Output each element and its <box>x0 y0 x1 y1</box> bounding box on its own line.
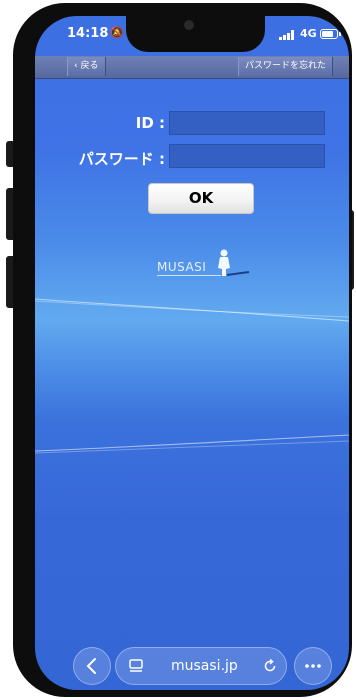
address-bar[interactable]: musasi.jp <box>115 647 287 685</box>
wave-top <box>35 298 349 322</box>
reload-icon[interactable] <box>262 658 278 674</box>
notch <box>126 16 265 52</box>
url-text: musasi.jp <box>171 658 238 674</box>
chevron-left-icon <box>86 658 96 674</box>
signal-icon <box>279 30 297 40</box>
more-button[interactable] <box>294 647 332 685</box>
back-button[interactable]: ‹ 戻る <box>67 57 106 76</box>
screen: 14:18 🔕 4G ‹ 戻る パスワードを忘れた ID : パスワード : O… <box>35 16 349 690</box>
browser-back-button[interactable] <box>73 647 111 685</box>
camera-icon <box>184 20 194 30</box>
browser-toolbar: musasi.jp <box>35 638 349 686</box>
status-time: 14:18 <box>67 26 109 41</box>
tabs-icon <box>129 659 143 672</box>
password-input[interactable] <box>169 144 325 168</box>
ellipsis-icon <box>305 664 321 668</box>
navigation-bar: ‹ 戻る パスワードを忘れた <box>35 56 349 79</box>
ok-button[interactable]: OK <box>148 183 254 214</box>
bell-off-icon: 🔕 <box>110 26 124 39</box>
wave-bottom <box>35 434 349 454</box>
phone-frame: 14:18 🔕 4G ‹ 戻る パスワードを忘れた ID : パスワード : O… <box>13 3 352 697</box>
musasi-logo: MUSASI <box>157 248 252 280</box>
password-label: パスワード : <box>78 150 165 168</box>
id-input[interactable] <box>169 111 325 135</box>
samurai-figure-icon <box>218 249 250 276</box>
chevron-left-icon: ‹ <box>74 61 78 71</box>
network-type: 4G <box>300 27 317 40</box>
id-label: ID : <box>135 114 165 132</box>
forgot-password-button[interactable]: パスワードを忘れた <box>238 57 334 76</box>
back-label: 戻る <box>80 61 99 71</box>
logo-text: MUSASI <box>157 260 207 274</box>
battery-icon <box>320 29 341 39</box>
